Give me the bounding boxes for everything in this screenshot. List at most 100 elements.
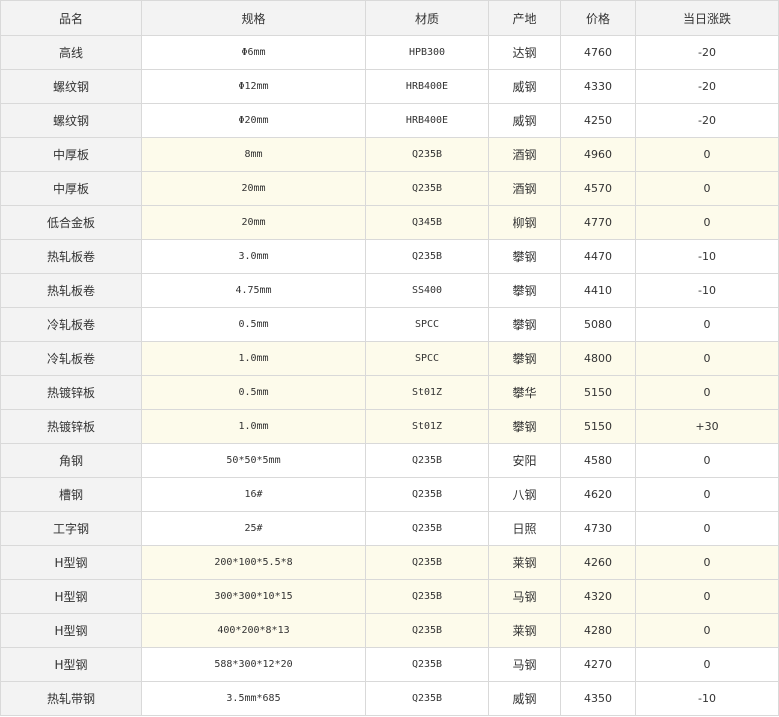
cell-product-name: 螺纹钢: [0, 69, 142, 104]
cell-material: Q235B: [365, 137, 489, 172]
cell-origin: 八钢: [488, 477, 561, 512]
cell-price: 4570: [560, 171, 636, 206]
cell-daily-change: 0: [635, 579, 779, 614]
cell-spec: Φ6mm: [141, 35, 366, 70]
table-row: 热镀锌板 0.5mm St01Z 攀华 5150 0: [0, 375, 779, 410]
cell-price: 5150: [560, 409, 636, 444]
cell-spec: 0.5mm: [141, 375, 366, 410]
cell-product-name: H型钢: [0, 545, 142, 580]
cell-origin: 马钢: [488, 647, 561, 682]
cell-spec: 25#: [141, 511, 366, 546]
cell-spec: 588*300*12*20: [141, 647, 366, 682]
cell-price: 4620: [560, 477, 636, 512]
table-row: H型钢 300*300*10*15 Q235B 马钢 4320 0: [0, 579, 779, 614]
cell-origin: 安阳: [488, 443, 561, 478]
table-row: 低合金板 20mm Q345B 柳钢 4770 0: [0, 205, 779, 240]
header-origin: 产地: [488, 0, 561, 36]
table-row: 螺纹钢 Φ12mm HRB400E 威钢 4330 -20: [0, 69, 779, 104]
cell-spec: 3.5mm*685: [141, 681, 366, 716]
cell-origin: 马钢: [488, 579, 561, 614]
cell-origin: 攀华: [488, 375, 561, 410]
cell-spec: Φ20mm: [141, 103, 366, 138]
cell-product-name: 热轧带钢: [0, 681, 142, 716]
cell-product-name: 热轧板卷: [0, 273, 142, 308]
cell-price: 4320: [560, 579, 636, 614]
cell-origin: 攀钢: [488, 273, 561, 308]
cell-material: Q235B: [365, 171, 489, 206]
table-body: 高线 Φ6mm HPB300 达钢 4760 -20 螺纹钢 Φ12mm HRB400E 威钢 43…: [0, 35, 779, 716]
cell-daily-change: 0: [635, 307, 779, 342]
cell-product-name: H型钢: [0, 613, 142, 648]
cell-material: SPCC: [365, 307, 489, 342]
cell-origin: 莱钢: [488, 545, 561, 580]
header-price: 价格: [560, 0, 636, 36]
header-daily-change: 当日涨跌: [635, 0, 779, 36]
steel-price-table: 品名 规格 材质 产地 价格 当日涨跌 高线 Φ6mm HPB300 达钢 4760 -2…: [0, 0, 779, 716]
cell-origin: 达钢: [488, 35, 561, 70]
cell-material: HRB400E: [365, 103, 489, 138]
cell-origin: 柳钢: [488, 205, 561, 240]
cell-product-name: 角钢: [0, 443, 142, 478]
cell-product-name: 冷轧板卷: [0, 341, 142, 376]
table-row: 热轧带钢 3.5mm*685 Q235B 威钢 4350 -10: [0, 681, 779, 716]
cell-price: 4250: [560, 103, 636, 138]
cell-daily-change: 0: [635, 613, 779, 648]
table-row: H型钢 200*100*5.5*8 Q235B 莱钢 4260 0: [0, 545, 779, 580]
cell-origin: 酒钢: [488, 137, 561, 172]
cell-daily-change: +30: [635, 409, 779, 444]
cell-material: Q235B: [365, 579, 489, 614]
cell-material: St01Z: [365, 409, 489, 444]
cell-daily-change: 0: [635, 375, 779, 410]
cell-product-name: 中厚板: [0, 137, 142, 172]
cell-daily-change: 0: [635, 545, 779, 580]
cell-daily-change: -20: [635, 69, 779, 104]
table-row: 螺纹钢 Φ20mm HRB400E 威钢 4250 -20: [0, 103, 779, 138]
cell-price: 4960: [560, 137, 636, 172]
cell-material: Q235B: [365, 545, 489, 580]
cell-price: 4410: [560, 273, 636, 308]
table-row: 角钢 50*50*5mm Q235B 安阳 4580 0: [0, 443, 779, 478]
cell-price: 4800: [560, 341, 636, 376]
cell-material: Q235B: [365, 477, 489, 512]
cell-spec: 20mm: [141, 171, 366, 206]
cell-origin: 威钢: [488, 103, 561, 138]
cell-product-name: 工字钢: [0, 511, 142, 546]
cell-spec: Φ12mm: [141, 69, 366, 104]
cell-spec: 16#: [141, 477, 366, 512]
cell-price: 4580: [560, 443, 636, 478]
cell-price: 4330: [560, 69, 636, 104]
cell-material: Q235B: [365, 647, 489, 682]
cell-origin: 莱钢: [488, 613, 561, 648]
table-row: 热镀锌板 1.0mm St01Z 攀钢 5150 +30: [0, 409, 779, 444]
cell-spec: 1.0mm: [141, 341, 366, 376]
cell-material: HRB400E: [365, 69, 489, 104]
table-row: 热轧板卷 4.75mm SS400 攀钢 4410 -10: [0, 273, 779, 308]
cell-product-name: H型钢: [0, 579, 142, 614]
table-row: 热轧板卷 3.0mm Q235B 攀钢 4470 -10: [0, 239, 779, 274]
cell-material: Q345B: [365, 205, 489, 240]
cell-spec: 300*300*10*15: [141, 579, 366, 614]
cell-material: SPCC: [365, 341, 489, 376]
cell-daily-change: 0: [635, 171, 779, 206]
cell-spec: 0.5mm: [141, 307, 366, 342]
cell-origin: 酒钢: [488, 171, 561, 206]
cell-daily-change: -20: [635, 103, 779, 138]
cell-price: 5080: [560, 307, 636, 342]
table-row: H型钢 400*200*8*13 Q235B 莱钢 4280 0: [0, 613, 779, 648]
cell-price: 4270: [560, 647, 636, 682]
cell-spec: 4.75mm: [141, 273, 366, 308]
cell-daily-change: -10: [635, 239, 779, 274]
table-row: 中厚板 20mm Q235B 酒钢 4570 0: [0, 171, 779, 206]
cell-origin: 日照: [488, 511, 561, 546]
header-product-name: 品名: [0, 0, 142, 36]
cell-price: 4760: [560, 35, 636, 70]
cell-daily-change: 0: [635, 477, 779, 512]
cell-spec: 1.0mm: [141, 409, 366, 444]
cell-daily-change: 0: [635, 137, 779, 172]
table-row: 冷轧板卷 1.0mm SPCC 攀钢 4800 0: [0, 341, 779, 376]
cell-material: Q235B: [365, 511, 489, 546]
cell-origin: 威钢: [488, 681, 561, 716]
cell-origin: 攀钢: [488, 409, 561, 444]
cell-material: Q235B: [365, 681, 489, 716]
cell-daily-change: 0: [635, 647, 779, 682]
